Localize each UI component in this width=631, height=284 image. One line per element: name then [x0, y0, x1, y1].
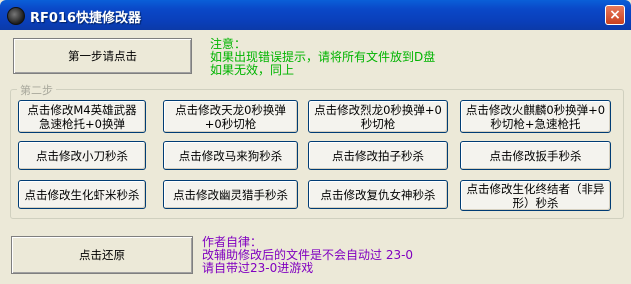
close-button[interactable]: × [605, 5, 625, 25]
author-text: 作者自律： 改辅助修改后的文件是不会自动过 23-0 请自带过23-0进游戏 [202, 236, 413, 275]
mod-paizi-button[interactable]: 点击修改拍子秒杀 [308, 141, 448, 170]
mod-shrimp-button[interactable]: 点击修改生化虾米秒杀 [18, 180, 146, 209]
mod-huoqilin-button[interactable]: 点击修改火麒麟0秒换弹+0秒切枪+急速枪托 [460, 100, 611, 133]
mod-m4-hero-button[interactable]: 点击修改M4英雄武器急速枪托+0换弹 [18, 100, 146, 133]
step2-legend: 第二步 [17, 82, 56, 98]
mod-tianlong-button[interactable]: 点击修改天龙0秒换弹+0秒切枪 [163, 100, 298, 133]
app-window: RF016快捷修改器 × 第一步请点击 注意： 如果出现错误提示，请将所有文件放… [0, 0, 631, 284]
mod-wrench-button[interactable]: 点击修改扳手秒杀 [460, 141, 611, 170]
notice-text: 注意： 如果出现错误提示，请将所有文件放到D盘 如果无效，同上 [210, 38, 435, 77]
app-icon [7, 7, 25, 25]
step1-button[interactable]: 第一步请点击 [13, 38, 192, 74]
mod-knife-button[interactable]: 点击修改小刀秒杀 [18, 141, 146, 170]
notice-line-2: 如果无效，同上 [210, 63, 295, 77]
mod-ghost-hunter-button[interactable]: 点击修改幽灵猎手秒杀 [163, 180, 298, 209]
close-icon: × [609, 7, 621, 23]
window-title: RF016快捷修改器 [30, 11, 142, 26]
mod-terminator-button[interactable]: 点击修改生化终结者（非异形）秒杀 [460, 180, 611, 211]
mod-nemesis-button[interactable]: 点击修改复仇女神秒杀 [308, 180, 448, 209]
title-bar[interactable]: RF016快捷修改器 × [0, 0, 631, 30]
restore-button[interactable]: 点击还原 [11, 236, 193, 274]
author-line-2: 请自带过23-0进游戏 [202, 261, 314, 275]
mod-lielong-button[interactable]: 点击修改烈龙0秒换弹+0秒切枪 [308, 100, 448, 133]
mod-malaigou-button[interactable]: 点击修改马来狗秒杀 [163, 141, 298, 170]
